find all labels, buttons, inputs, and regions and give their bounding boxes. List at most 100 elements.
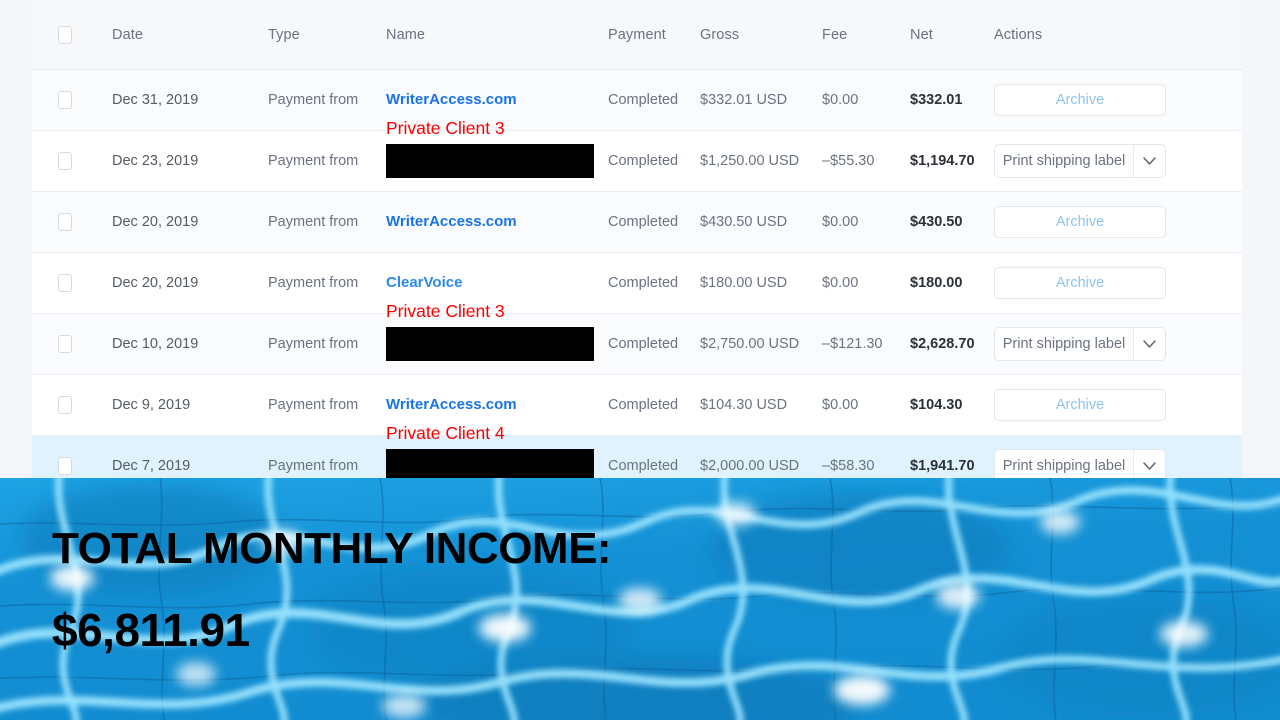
redacted-name: Private Client 4 [386,424,608,478]
redaction-bar [386,144,594,178]
cell-net: $1,941.70 [910,458,975,474]
cell-date: Dec 23, 2019 [112,153,199,169]
row-select-cell[interactable] [32,396,72,414]
cell-net: $1,194.70 [910,153,975,169]
column-header-date[interactable]: Date [72,27,268,43]
cell-actions: Print shipping label [994,449,1224,478]
redaction-annotation-label: Private Client 3 [386,118,505,138]
merchant-link[interactable]: WriterAccess.com [386,91,517,108]
row-checkbox[interactable] [58,152,72,170]
redacted-name: Private Client 3 [386,302,608,361]
transactions-table: Date Type Name Payment Gross Fee Net Act… [32,0,1242,478]
row-select-cell[interactable] [32,274,72,292]
table-row[interactable]: Dec 31, 2019 Payment from WriterAccess.com… [32,70,1242,131]
table-row[interactable]: Dec 7, 2019 Payment from Private Client 4 C… [32,424,1242,478]
cell-net: $104.30 [910,397,963,413]
cell-date: Dec 20, 2019 [112,275,199,291]
column-header-type[interactable]: Type [268,27,386,43]
cell-payment-status: Completed [608,153,679,169]
merchant-link[interactable]: WriterAccess.com [386,396,517,413]
cell-gross: $2,000.00 USD [700,458,800,474]
column-header-gross[interactable]: Gross [700,27,822,43]
print-shipping-label-button[interactable]: Print shipping label [994,327,1166,361]
archive-button[interactable]: Archive [994,389,1166,421]
cell-name: WriterAccess.com [386,91,608,109]
cell-payment-status: Completed [608,214,679,230]
row-select-cell[interactable] [32,335,72,353]
cell-payment-status: Completed [608,92,679,108]
cell-date: Dec 7, 2019 [112,458,191,474]
table-row[interactable]: Dec 9, 2019 Payment from WriterAccess.com C… [32,375,1242,436]
cell-actions: Archive [994,206,1224,238]
redaction-bar [386,327,594,361]
redacted-name: Private Client 3 [386,119,608,178]
column-header-actions: Actions [994,26,1043,43]
row-checkbox[interactable] [58,91,72,109]
cell-gross: $332.01 USD [700,92,788,108]
cell-fee: –$55.30 [822,153,875,169]
select-all-cell[interactable] [32,25,72,44]
cell-gross: $2,750.00 USD [700,336,800,352]
table-row[interactable]: Dec 10, 2019 Payment from Private Client 3… [32,302,1242,375]
print-shipping-label-text: Print shipping label [1002,336,1126,352]
column-header-net[interactable]: Net [910,27,994,43]
archive-button[interactable]: Archive [994,267,1166,299]
column-header-payment[interactable]: Payment [608,27,700,43]
transactions-table-region: Date Type Name Payment Gross Fee Net Act… [0,0,1280,478]
row-checkbox[interactable] [58,274,72,292]
table-row[interactable]: Dec 23, 2019 Payment from Private Client 3… [32,119,1242,192]
print-shipping-label-button[interactable]: Print shipping label [994,449,1166,478]
cell-type: Payment from [268,397,359,413]
screenshot-root: Date Type Name Payment Gross Fee Net Act… [0,0,1280,720]
cell-payment-status: Completed [608,458,679,474]
merchant-link[interactable]: ClearVoice [386,274,462,291]
pool-water-image [0,478,1280,720]
cell-gross: $180.00 USD [700,275,788,291]
cell-name: WriterAccess.com [386,213,608,231]
redaction-bar [386,449,594,478]
row-select-cell[interactable] [32,91,72,109]
table-header-row: Date Type Name Payment Gross Fee Net Act… [32,0,1242,70]
print-shipping-label-text: Print shipping label [1002,458,1126,474]
cell-fee: –$58.30 [822,458,875,474]
table-body: Dec 31, 2019 Payment from WriterAccess.com… [32,70,1242,478]
cell-type: Payment from [268,153,359,169]
cell-net: $332.01 [910,92,963,108]
column-header-name[interactable]: Name [386,27,608,43]
cell-actions: Print shipping label [994,144,1224,178]
cell-type: Payment from [268,275,359,291]
cell-fee: $0.00 [822,214,859,230]
table-row[interactable]: Dec 20, 2019 Payment from ClearVoice Comple… [32,253,1242,314]
table-row[interactable]: Dec 20, 2019 Payment from WriterAccess.com… [32,192,1242,253]
cell-date: Dec 10, 2019 [112,336,199,352]
cell-type: Payment from [268,214,359,230]
cell-date: Dec 20, 2019 [112,214,199,230]
cell-gross: $1,250.00 USD [700,153,800,169]
cell-actions: Print shipping label [994,327,1224,361]
cell-fee: $0.00 [822,397,859,413]
chevron-down-icon[interactable] [1133,145,1165,177]
print-shipping-label-button[interactable]: Print shipping label [994,144,1166,178]
column-header-fee[interactable]: Fee [822,27,910,43]
row-checkbox[interactable] [58,457,72,475]
cell-net: $180.00 [910,275,963,291]
chevron-down-icon[interactable] [1133,328,1165,360]
cell-gross: $104.30 USD [700,397,788,413]
row-checkbox[interactable] [58,396,72,414]
print-shipping-label-text: Print shipping label [1002,153,1126,169]
merchant-link[interactable]: WriterAccess.com [386,213,517,230]
cell-date: Dec 9, 2019 [112,397,191,413]
archive-button[interactable]: Archive [994,84,1166,116]
pool-banner [0,478,1280,720]
cell-fee: $0.00 [822,92,859,108]
row-checkbox[interactable] [58,335,72,353]
row-select-cell[interactable] [32,152,72,170]
cell-type: Payment from [268,336,359,352]
chevron-down-icon[interactable] [1133,450,1165,478]
select-all-checkbox[interactable] [58,25,72,44]
cell-actions: Archive [994,84,1224,116]
row-select-cell[interactable] [32,457,72,475]
row-select-cell[interactable] [32,213,72,231]
row-checkbox[interactable] [58,213,72,231]
archive-button[interactable]: Archive [994,206,1166,238]
